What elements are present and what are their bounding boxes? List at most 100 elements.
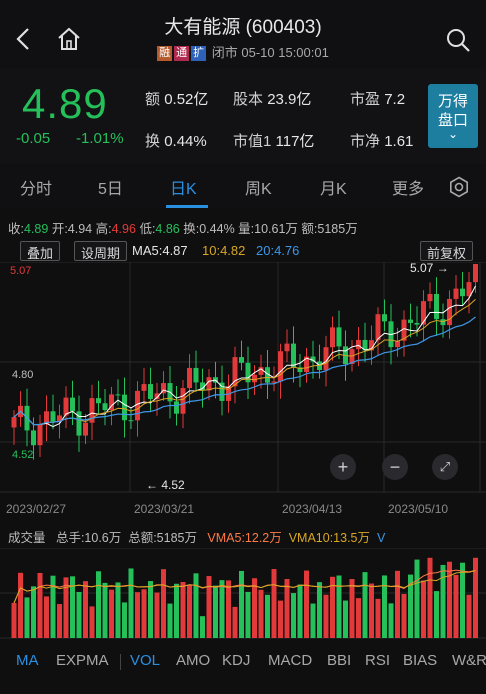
volume-bar <box>115 582 121 638</box>
volume-bar <box>440 564 446 638</box>
metric-turnover: 换 0.44% <box>145 133 207 150</box>
stock-subline: 融通扩 闭市 05-10 15:00:01 <box>0 42 486 61</box>
volume-bar <box>63 577 69 638</box>
volume-bar <box>349 579 355 638</box>
candle-body <box>447 298 452 326</box>
volume-bar <box>271 569 277 638</box>
volume-bar <box>89 606 95 638</box>
candle-body <box>128 420 134 422</box>
candle-body <box>141 384 147 391</box>
high-label: 高: <box>95 222 112 236</box>
candle-body <box>193 367 199 383</box>
candle-body <box>11 417 17 428</box>
volume-bar <box>167 603 173 638</box>
indicator-bias[interactable]: BIAS <box>403 652 437 669</box>
min-price-marker: ← 4.52 <box>146 478 185 492</box>
v-value: V <box>376 531 386 545</box>
volume-bar <box>258 589 264 638</box>
wande-order-book-button[interactable]: 万得 盘口 ⌄ <box>428 84 478 148</box>
tab-weekly-k[interactable]: 周K <box>245 175 272 199</box>
fullscreen-icon[interactable]: ⤢ <box>432 454 458 480</box>
volume-bar <box>18 572 23 638</box>
candle-body <box>414 322 420 325</box>
ma5-value: MA5:4.87 <box>132 243 188 258</box>
vma10-value: VMA10:13.5万 <box>288 531 370 545</box>
candle-body <box>356 339 361 350</box>
set-period-button[interactable]: 设周期 <box>74 241 128 261</box>
open-value: 4.94 <box>67 222 93 236</box>
volume-bar <box>434 591 439 638</box>
volume-bar <box>128 568 134 638</box>
open-label: 开: <box>51 222 68 236</box>
indicator-kdj[interactable]: KDJ <box>222 652 250 669</box>
metric-pb: 市净 1.61 <box>350 133 414 150</box>
turnover-label: 换: <box>183 222 200 236</box>
indicator-expma[interactable]: EXPMA <box>56 652 109 669</box>
candle-body <box>187 367 192 389</box>
volume-bar <box>161 569 166 638</box>
candle-body <box>434 294 439 320</box>
candlestick-chart[interactable]: 5.07 4.80 4.52 5.07 → ← 4.52 2023/02/27 … <box>0 262 486 522</box>
tab-intraday[interactable]: 分时 <box>20 175 52 199</box>
volume-bar <box>336 575 342 638</box>
stock-title: 大有能源 (600403) <box>164 17 322 38</box>
zoom-out-button[interactable]: − <box>382 454 408 480</box>
tab-more[interactable]: 更多 <box>392 175 424 199</box>
total-amount: 总额:5185万 <box>128 531 197 545</box>
volume-bar <box>83 581 88 638</box>
volume-bar <box>96 571 101 638</box>
active-tab-indicator <box>166 205 208 208</box>
metric-pe: 市盈 7.2 <box>350 91 406 108</box>
volume-bar <box>232 606 238 638</box>
search-icon[interactable] <box>444 26 472 54</box>
volume-bar <box>180 582 186 638</box>
volume-bar <box>265 594 270 638</box>
volume-bar <box>401 594 407 638</box>
volume-value: 10.61万 <box>254 222 298 236</box>
volume-bar <box>226 580 231 638</box>
candle-body <box>460 288 465 297</box>
candle-body <box>37 424 43 446</box>
turnover-value: 0.44% <box>199 222 235 236</box>
volume-bar <box>135 592 140 638</box>
indicator-macd[interactable]: MACD <box>268 652 312 669</box>
volume-bar <box>369 583 374 638</box>
adjust-button[interactable]: 前复权 <box>420 241 474 261</box>
indicator-amo[interactable]: AMO <box>176 652 210 669</box>
mid-price-label: 4.80 <box>12 369 33 381</box>
indicator-wr[interactable]: W&R <box>452 652 486 669</box>
tab-5day[interactable]: 5日 <box>98 175 123 199</box>
overlay-button[interactable]: 叠加 <box>20 241 61 261</box>
volume-bar <box>278 600 283 638</box>
volume-bar <box>174 583 179 638</box>
indicator-vol[interactable]: VOL <box>130 652 160 669</box>
volume-bar <box>50 575 56 638</box>
candle-body <box>382 314 387 322</box>
indicator-bbi[interactable]: BBI <box>327 652 351 669</box>
volume-bar <box>37 572 43 638</box>
tab-daily-k[interactable]: 日K <box>170 175 197 199</box>
indicator-rsi[interactable]: RSI <box>365 652 390 669</box>
candle-body <box>63 397 69 416</box>
chevron-down-icon: ⌄ <box>447 127 459 141</box>
candle-body <box>180 388 186 414</box>
candle-body <box>408 319 413 323</box>
last-price: 4.89 <box>22 80 108 127</box>
zoom-in-button[interactable]: + <box>330 454 356 480</box>
volume-chart[interactable] <box>0 548 486 640</box>
quote-panel: 4.89 -0.05 -1.01% 额 0.52亿 股本 23.9亿 市盈 7.… <box>0 68 486 164</box>
candle-body <box>115 394 121 396</box>
wande-label-1: 万得 <box>437 93 468 110</box>
tab-monthly-k[interactable]: 月K <box>320 175 347 199</box>
volume-bar <box>395 570 400 638</box>
volume-bar <box>382 575 387 638</box>
candle-body <box>473 263 478 283</box>
ohlc-info-bar: 收:4.89 开:4.94 高:4.96 低:4.86 换:0.44% 量:10… <box>0 218 486 240</box>
candle-body <box>427 294 433 302</box>
indicator-ma[interactable]: MA <box>16 652 39 669</box>
settings-icon[interactable] <box>448 176 470 198</box>
candle-body <box>122 394 127 421</box>
volume-bar <box>102 582 108 638</box>
volume-bar <box>453 574 459 638</box>
candle-body <box>330 327 335 348</box>
